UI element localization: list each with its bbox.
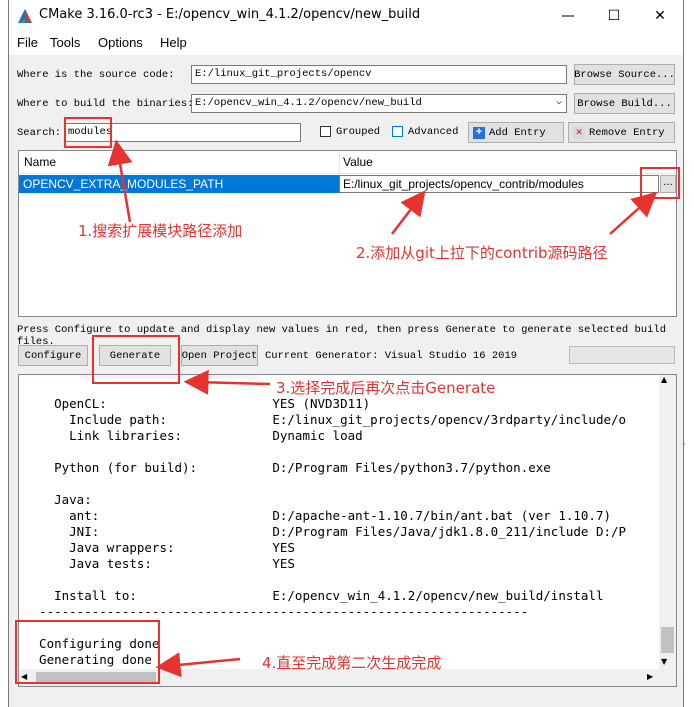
search-label: Search: [17, 127, 62, 139]
annotation-2: 2.添加从git上拉下的contrib源码路径 [356, 244, 608, 262]
log-line: Java: [24, 492, 92, 507]
remove-entry-button[interactable]: ✕ Remove Entry [568, 122, 675, 143]
scroll-right-icon[interactable]: ▶ [647, 672, 653, 681]
remove-x-icon: ✕ [573, 126, 585, 139]
highlight-done-box [15, 620, 160, 684]
column-divider [339, 151, 340, 173]
maximize-button[interactable]: ☐ [591, 0, 637, 31]
log-line: Java wrappers: YES [24, 540, 295, 555]
entry-value-input[interactable]: E:/linux_git_projects/opencv_contrib/mod… [339, 175, 659, 193]
current-generator-label: Current Generator: Visual Studio 16 2019 [265, 350, 518, 362]
open-project-button[interactable]: Open Project [181, 345, 258, 366]
configure-button[interactable]: Configure [18, 345, 88, 366]
log-line: JNI: D:/Program Files/Java/jdk1.8.0_211/… [24, 524, 627, 539]
highlight-browse-box [640, 167, 680, 199]
title-bar[interactable]: CMake 3.16.0-rc3 - E:/opencv_win_4.1.2/o… [9, 0, 683, 31]
vertical-scrollbar[interactable]: ▲ ▼ [659, 375, 676, 686]
menu-bar: File Tools Options Help [9, 31, 683, 55]
column-value[interactable]: Value [343, 155, 373, 169]
log-line: Python (for build): D:/Program Files/pyt… [24, 460, 551, 475]
annotation-3: 3.选择完成后再次点击Generate [276, 379, 496, 397]
menu-tools[interactable]: Tools [50, 35, 80, 50]
annotation-4: 4.直至完成第二次生成完成 [262, 654, 442, 672]
log-line: Install to: E:/opencv_win_4.1.2/opencv/n… [24, 588, 604, 603]
highlight-generate-box [92, 335, 180, 384]
advanced-checkbox[interactable] [392, 126, 403, 137]
add-entry-button[interactable]: + Add Entry [468, 122, 564, 143]
minimize-button[interactable]: — [545, 0, 591, 31]
source-label: Where is the source code: [17, 69, 175, 81]
plus-icon: + [473, 126, 485, 139]
remove-entry-label: Remove Entry [589, 126, 665, 139]
annotation-1: 1.搜索扩展模块路径添加 [78, 222, 243, 240]
cmake-triangle-icon [18, 9, 32, 23]
scroll-up-icon[interactable]: ▲ [661, 375, 667, 384]
browse-build-button[interactable]: Browse Build... [574, 93, 675, 114]
log-line: OpenCL: YES (NVD3D11) [24, 396, 371, 411]
log-line: ant: D:/apache-ant-1.10.7/bin/ant.bat (v… [24, 508, 611, 523]
source-path-input[interactable]: E:/linux_git_projects/opencv [191, 65, 567, 84]
menu-options[interactable]: Options [98, 35, 143, 50]
build-path-value: E:/opencv_win_4.1.2/opencv/new_build [195, 97, 422, 109]
menu-file[interactable]: File [17, 35, 38, 50]
progress-bar [569, 346, 675, 364]
log-line: ----------------------------------------… [24, 604, 529, 619]
table-header: Name Value [19, 151, 676, 174]
close-button[interactable]: ✕ [637, 0, 683, 31]
column-name[interactable]: Name [24, 155, 56, 169]
highlight-search-box [64, 117, 112, 148]
build-path-combo[interactable]: E:/opencv_win_4.1.2/opencv/new_build ⌵ [191, 94, 567, 113]
advanced-label: Advanced [408, 126, 459, 138]
grouped-label: Grouped [336, 126, 381, 138]
background-left [0, 0, 8, 707]
grouped-checkbox[interactable] [320, 126, 331, 137]
table-row[interactable]: OPENCV_EXTRA_MODULES_PATH E:/linux_git_p… [19, 175, 659, 193]
menu-help[interactable]: Help [160, 35, 187, 50]
log-line: Link libraries: Dynamic load [24, 428, 363, 443]
browse-source-button[interactable]: Browse Source... [574, 64, 675, 85]
add-entry-label: Add Entry [489, 126, 546, 139]
window-title: CMake 3.16.0-rc3 - E:/opencv_win_4.1.2/o… [39, 7, 421, 22]
build-label: Where to build the binaries: [17, 98, 194, 110]
chevron-down-icon[interactable]: ⌵ [556, 96, 562, 108]
log-line: Java tests: YES [24, 556, 295, 571]
log-line: Include path: E:/linux_git_projects/open… [24, 412, 627, 427]
vertical-scroll-thumb[interactable] [661, 627, 674, 653]
scroll-down-icon[interactable]: ▼ [661, 657, 667, 666]
entry-name: OPENCV_EXTRA_MODULES_PATH [23, 177, 224, 191]
